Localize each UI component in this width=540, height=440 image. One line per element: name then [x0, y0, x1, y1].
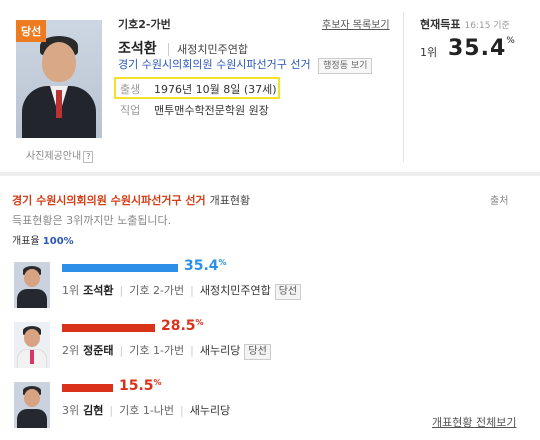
candidate-rank: 1위: [62, 284, 80, 297]
admin-area-button[interactable]: 행정동 보기: [318, 58, 373, 74]
results-title: 경기 수원시의회의원 수원시파선거구 선거 개표현황: [12, 192, 250, 208]
birth-row: 출생 1976년 10월 8일 (37세): [120, 81, 277, 97]
elected-badge: 당선: [16, 20, 47, 42]
results-election-name[interactable]: 경기 수원시의회의원 수원시파선거구 선거: [12, 194, 206, 207]
percent-unit: %: [195, 318, 204, 327]
separator: |: [119, 344, 124, 357]
candidate-name[interactable]: 정준태: [83, 344, 113, 357]
count-rate: 개표율 100%: [12, 232, 74, 247]
candidate-rank: 2위: [62, 344, 80, 357]
candidate-row: 35.4% 1위 조석환 | 기호 2-가번 | 새정치민주연합 당선: [14, 258, 534, 316]
separator: |: [190, 284, 194, 297]
candidate-info: 1위 조석환 | 기호 2-가번 | 새정치민주연합 당선: [62, 282, 302, 300]
ballot-number: 기호 2-가번: [129, 284, 185, 297]
elected-badge: 당선: [274, 284, 302, 300]
separator: |: [190, 344, 194, 357]
photo-credit-link[interactable]: 사진제공안내?: [26, 147, 94, 163]
vote-share-value: 35.4: [184, 258, 219, 274]
divider: [403, 12, 404, 162]
current-votes-time: 16:15 기준: [464, 21, 510, 31]
candidate-name[interactable]: 조석환: [83, 284, 113, 297]
job-row: 직업 맨투맨수학전문학원 원장: [120, 102, 269, 118]
candidate-party: 새정치민주연합: [199, 284, 271, 297]
candidate-thumbnail[interactable]: [14, 322, 50, 368]
vote-share-percent: 15.5%: [119, 378, 162, 394]
section-separator: [0, 172, 540, 176]
district-link[interactable]: 경기 수원시의회의원 수원시파선거구 선거: [118, 58, 311, 71]
candidate-profile: 당선 사진제공안내? 기호2-가번 후보자 목록보기 조석환 새정치민주연합 경…: [0, 0, 540, 170]
results-subtitle: 개표현황: [209, 194, 251, 207]
candidate-info: 3위 김현 | 기호 1-나번 | 새누리당: [62, 402, 230, 418]
vote-share-value: 15.5: [119, 378, 154, 394]
candidate-thumbnail[interactable]: [14, 262, 50, 308]
candidate-party: 새누리당: [199, 344, 241, 357]
count-rate-value: 100%: [42, 236, 74, 247]
vote-share-percent: 28.5%: [161, 318, 204, 334]
birth-label: 출생: [120, 83, 141, 96]
current-votes-title: 현재득표 16:15 기준: [420, 16, 510, 32]
vote-share-bar: [62, 324, 155, 332]
ballot-number: 기호 1-가번: [129, 344, 185, 357]
count-rate-label: 개표율: [12, 236, 40, 247]
vote-share-percent: 35.4%: [184, 258, 227, 274]
separator: |: [180, 404, 184, 417]
candidate-rank: 3위: [62, 404, 80, 417]
help-icon[interactable]: ?: [83, 151, 94, 163]
vote-share-bar: [62, 384, 113, 392]
all-results-link[interactable]: 개표현황 전체보기: [432, 414, 516, 430]
candidate-name: 조석환: [118, 41, 157, 57]
percent-unit: %: [153, 378, 162, 387]
current-percent-value: 35.4: [448, 36, 507, 61]
job-label: 직업: [120, 104, 141, 117]
percent-unit: %: [506, 36, 516, 46]
job-value: 맨투맨수학전문학원 원장: [154, 104, 269, 117]
current-rank: 1위: [420, 46, 438, 59]
source-label: 출처: [490, 196, 509, 207]
current-votes-label: 현재득표: [420, 18, 461, 31]
vote-share-bar: [62, 264, 178, 272]
birth-value: 1976년 10월 8일 (37세): [154, 83, 277, 96]
photo-credit-label: 사진제공안내: [26, 151, 82, 162]
candidate-info: 2위 정준태 | 기호 1-가번 | 새누리당 당선: [62, 342, 271, 360]
candidate-party: 새정치민주연합: [168, 43, 248, 56]
candidate-party: 새누리당: [189, 404, 231, 417]
ballot-number: 기호 1-나번: [119, 404, 175, 417]
current-percent: 35.4%: [448, 36, 516, 61]
percent-unit: %: [218, 258, 227, 267]
separator: |: [119, 284, 124, 297]
candidate-row: 28.5% 2위 정준태 | 기호 1-가번 | 새누리당 당선: [14, 318, 534, 376]
elected-badge: 당선: [244, 344, 271, 360]
candidate-list-link[interactable]: 후보자 목록보기: [322, 16, 390, 31]
vote-share-value: 28.5: [161, 318, 196, 334]
candidate-name[interactable]: 김현: [83, 404, 103, 417]
separator: |: [109, 404, 114, 417]
results-note: 득표현황은 3위까지만 노출됩니다.: [12, 214, 172, 227]
ballot-number: 기호2-가번: [118, 18, 171, 31]
candidate-thumbnail[interactable]: [14, 382, 50, 428]
